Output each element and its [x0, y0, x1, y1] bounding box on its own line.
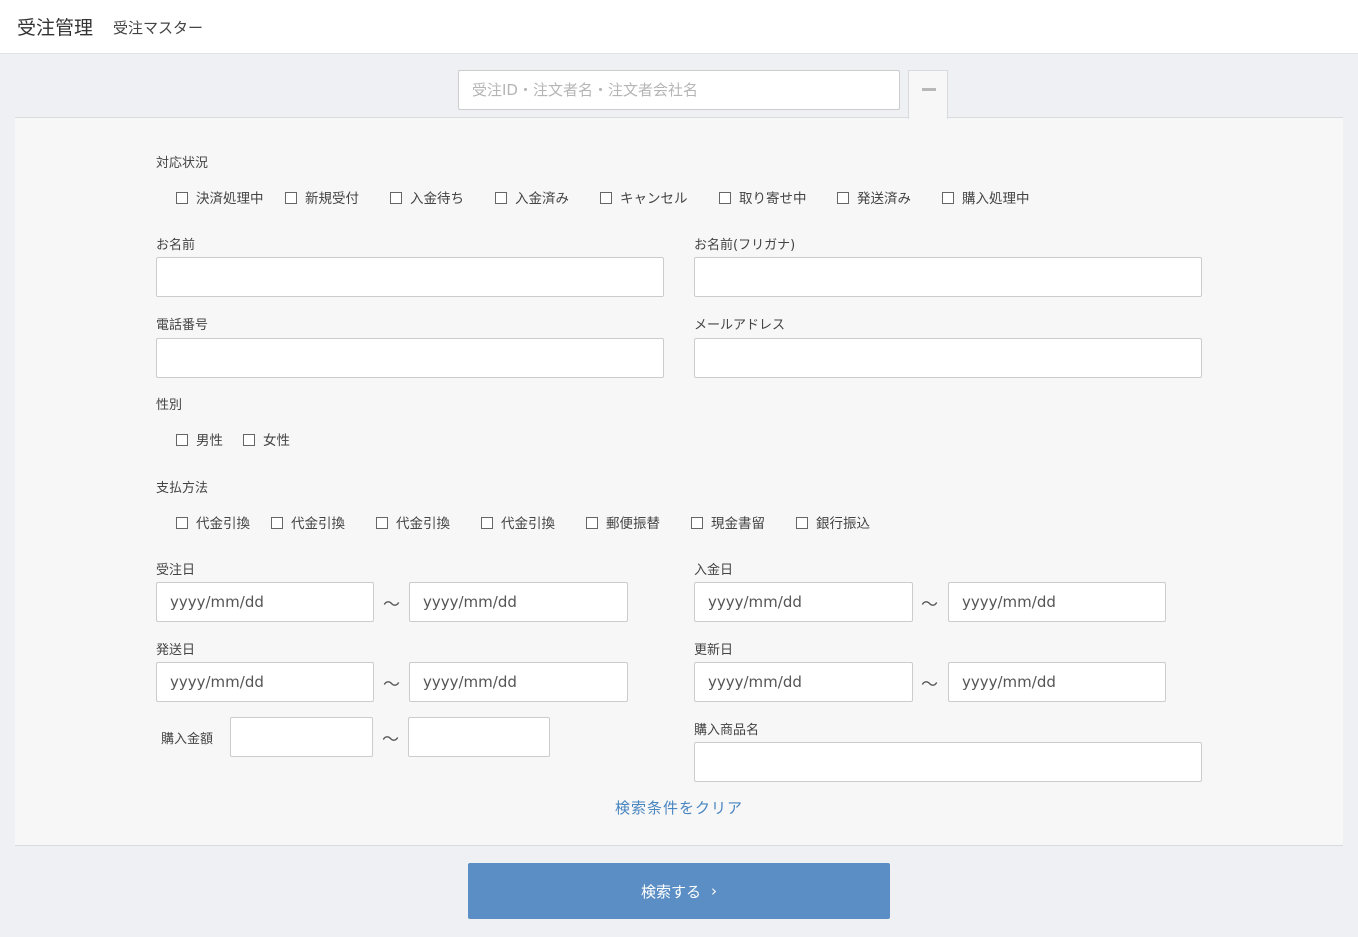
payment-checkbox[interactable]: 代金引換	[376, 512, 450, 532]
checkbox-icon[interactable]	[942, 192, 954, 204]
range-separator: 〜	[383, 595, 400, 615]
status-checkbox[interactable]: 入金待ち	[390, 187, 464, 207]
status-checkbox[interactable]: 購入処理中	[942, 187, 1030, 207]
advanced-search-panel	[15, 117, 1343, 846]
amount-min-input[interactable]	[230, 717, 373, 757]
payment-checkbox[interactable]: 銀行振込	[796, 512, 870, 532]
kana-label: お名前(フリガナ)	[694, 238, 796, 253]
checkbox-icon[interactable]	[600, 192, 612, 204]
checkbox-icon[interactable]	[796, 517, 808, 529]
status-checkbox[interactable]: 決済処理中	[176, 187, 264, 207]
checkbox-icon[interactable]	[495, 192, 507, 204]
update-date-to-input[interactable]	[948, 662, 1166, 702]
gender-checkbox-male[interactable]: 男性	[176, 429, 223, 449]
checkbox-icon[interactable]	[285, 192, 297, 204]
payment-checkbox[interactable]: 代金引換	[271, 512, 345, 532]
email-input[interactable]	[694, 338, 1202, 378]
checkbox-icon[interactable]	[586, 517, 598, 529]
ship-date-label: 発送日	[156, 643, 196, 658]
payment-checkbox[interactable]: 郵便振替	[586, 512, 660, 532]
checkbox-icon[interactable]	[390, 192, 402, 204]
chevron-right-icon: ›	[711, 882, 717, 900]
payment-date-from-input[interactable]	[694, 582, 913, 622]
minus-icon	[922, 88, 936, 91]
checkbox-icon[interactable]	[176, 517, 188, 529]
payment-date-to-input[interactable]	[948, 582, 1166, 622]
checkbox-icon[interactable]	[243, 434, 255, 446]
range-separator: 〜	[382, 730, 399, 750]
amount-max-input[interactable]	[408, 717, 550, 757]
status-checkbox[interactable]: 入金済み	[495, 187, 569, 207]
phone-label: 電話番号	[156, 318, 209, 333]
payment-checkbox[interactable]: 代金引換	[176, 512, 250, 532]
email-label: メールアドレス	[694, 318, 786, 333]
status-checkbox[interactable]: 発送済み	[837, 187, 911, 207]
kana-input[interactable]	[694, 257, 1202, 297]
range-separator: 〜	[921, 595, 938, 615]
status-checkbox[interactable]: キャンセル	[600, 187, 688, 207]
name-label: お名前	[156, 238, 196, 253]
page-subtitle: 受注マスター	[113, 19, 204, 37]
ship-date-from-input[interactable]	[156, 662, 374, 702]
status-checkbox[interactable]: 取り寄せ中	[719, 187, 807, 207]
checkbox-icon[interactable]	[271, 517, 283, 529]
status-label: 対応状況	[156, 156, 209, 171]
page-header: 受注管理 受注マスター	[0, 0, 1358, 54]
payment-date-label: 入金日	[694, 563, 734, 578]
payment-label: 支払方法	[156, 481, 209, 496]
checkbox-icon[interactable]	[481, 517, 493, 529]
gender-checkbox-female[interactable]: 女性	[243, 429, 290, 449]
checkbox-icon[interactable]	[376, 517, 388, 529]
clear-conditions-link[interactable]: 検索条件をクリア	[0, 797, 1358, 818]
order-date-to-input[interactable]	[409, 582, 628, 622]
page-title: 受注管理	[17, 17, 94, 39]
payment-checkbox[interactable]: 代金引換	[481, 512, 555, 532]
ship-date-to-input[interactable]	[409, 662, 628, 702]
range-separator: 〜	[921, 675, 938, 695]
product-name-input[interactable]	[694, 742, 1202, 782]
checkbox-icon[interactable]	[176, 192, 188, 204]
name-input[interactable]	[156, 257, 664, 297]
update-date-label: 更新日	[694, 643, 734, 658]
keyword-search-input[interactable]	[458, 70, 900, 110]
update-date-from-input[interactable]	[694, 662, 913, 702]
checkbox-icon[interactable]	[691, 517, 703, 529]
amount-label: 購入金額	[161, 732, 214, 747]
checkbox-icon[interactable]	[719, 192, 731, 204]
order-date-label: 受注日	[156, 563, 196, 578]
order-date-from-input[interactable]	[156, 582, 374, 622]
gender-label: 性別	[156, 398, 183, 413]
phone-input[interactable]	[156, 338, 664, 378]
status-checkbox[interactable]: 新規受付	[285, 187, 359, 207]
payment-checkbox[interactable]: 現金書留	[691, 512, 765, 532]
product-label: 購入商品名	[694, 723, 760, 738]
collapse-toggle-button[interactable]	[908, 70, 948, 119]
range-separator: 〜	[383, 675, 400, 695]
checkbox-icon[interactable]	[837, 192, 849, 204]
checkbox-icon[interactable]	[176, 434, 188, 446]
search-submit-button[interactable]: 検索する ›	[468, 863, 890, 919]
